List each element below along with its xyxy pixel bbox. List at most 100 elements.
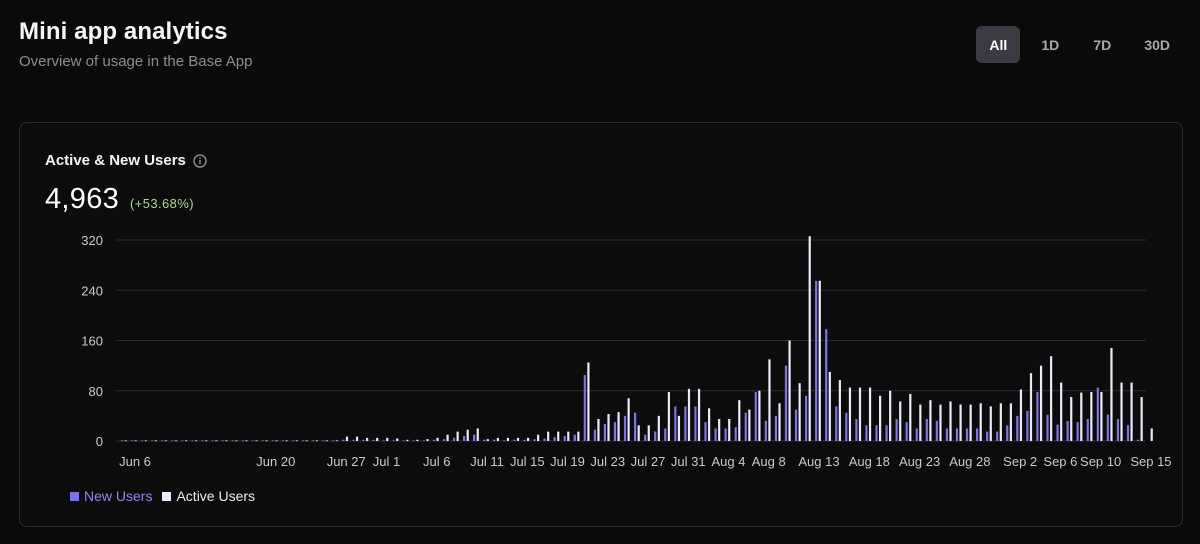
- active-users-bar[interactable]: [969, 404, 972, 441]
- new-users-bar[interactable]: [714, 428, 717, 441]
- active-users-bar[interactable]: [255, 440, 258, 442]
- new-users-bar[interactable]: [945, 428, 949, 441]
- active-users-bar[interactable]: [416, 439, 419, 441]
- active-users-bar[interactable]: [818, 280, 821, 441]
- new-users-bar[interactable]: [855, 419, 858, 441]
- active-users-bar[interactable]: [446, 434, 449, 441]
- new-users-bar[interactable]: [1126, 425, 1130, 441]
- new-users-bar[interactable]: [634, 412, 637, 441]
- new-users-bar[interactable]: [976, 428, 979, 441]
- active-users-bar[interactable]: [1060, 382, 1063, 441]
- active-users-bar[interactable]: [788, 340, 791, 442]
- new-users-bar[interactable]: [1026, 410, 1029, 441]
- active-users-bar[interactable]: [506, 437, 510, 441]
- active-users-bar[interactable]: [899, 401, 902, 441]
- legend-item-active-users[interactable]: Active Users: [162, 488, 255, 504]
- new-users-bar[interactable]: [724, 428, 727, 441]
- active-users-bar[interactable]: [154, 440, 157, 442]
- new-users-bar[interactable]: [664, 428, 667, 441]
- new-users-bar[interactable]: [171, 440, 174, 442]
- new-users-bar[interactable]: [875, 425, 878, 441]
- active-users-bar[interactable]: [1050, 356, 1053, 441]
- active-users-bar[interactable]: [758, 390, 761, 441]
- new-users-bar[interactable]: [784, 365, 788, 441]
- active-users-bar[interactable]: [929, 400, 932, 441]
- active-users-bar[interactable]: [195, 440, 198, 442]
- active-users-bar[interactable]: [708, 408, 711, 441]
- active-users-bar[interactable]: [848, 387, 852, 441]
- active-users-bar[interactable]: [516, 437, 520, 441]
- new-users-bar[interactable]: [744, 412, 747, 441]
- active-users-bar[interactable]: [637, 425, 640, 441]
- new-users-bar[interactable]: [523, 439, 526, 441]
- active-users-bar[interactable]: [1090, 392, 1093, 441]
- active-users-bar[interactable]: [215, 440, 218, 442]
- active-users-bar[interactable]: [919, 404, 922, 441]
- active-users-bar[interactable]: [989, 406, 992, 441]
- active-users-bar[interactable]: [225, 440, 228, 442]
- new-users-bar[interactable]: [1076, 422, 1079, 441]
- new-users-bar[interactable]: [996, 431, 999, 441]
- new-users-bar[interactable]: [392, 440, 395, 442]
- active-users-bar[interactable]: [909, 393, 912, 441]
- active-users-bar[interactable]: [275, 440, 278, 442]
- active-users-bar[interactable]: [466, 429, 469, 441]
- new-users-bar[interactable]: [815, 280, 818, 441]
- new-users-bar[interactable]: [372, 439, 375, 441]
- new-users-bar[interactable]: [151, 440, 154, 442]
- new-users-bar[interactable]: [241, 440, 244, 442]
- active-users-bar[interactable]: [436, 437, 439, 441]
- new-users-bar[interactable]: [593, 429, 596, 441]
- new-users-bar[interactable]: [1136, 439, 1140, 441]
- active-users-bar[interactable]: [1120, 382, 1123, 441]
- new-users-bar[interactable]: [965, 428, 969, 441]
- new-users-bar[interactable]: [1116, 419, 1120, 441]
- new-users-bar[interactable]: [774, 415, 778, 441]
- active-users-bar[interactable]: [184, 440, 188, 442]
- active-users-bar[interactable]: [426, 439, 429, 441]
- active-users-bar[interactable]: [315, 440, 318, 442]
- new-users-bar[interactable]: [955, 428, 959, 441]
- active-users-bar[interactable]: [587, 362, 590, 441]
- active-users-bar[interactable]: [718, 419, 721, 441]
- new-users-bar[interactable]: [322, 440, 325, 442]
- active-users-bar[interactable]: [647, 425, 650, 441]
- new-users-bar[interactable]: [201, 440, 204, 442]
- new-users-bar[interactable]: [794, 409, 798, 441]
- new-users-bar[interactable]: [623, 415, 627, 441]
- new-users-bar[interactable]: [442, 439, 446, 441]
- active-users-bar[interactable]: [677, 415, 681, 441]
- active-users-bar[interactable]: [939, 404, 942, 441]
- active-users-bar[interactable]: [134, 440, 137, 442]
- active-users-bar[interactable]: [959, 404, 962, 441]
- new-users-bar[interactable]: [342, 439, 345, 441]
- new-users-bar[interactable]: [121, 440, 124, 442]
- new-users-bar[interactable]: [553, 437, 556, 441]
- active-users-bar[interactable]: [768, 359, 771, 441]
- new-users-bar[interactable]: [865, 425, 868, 441]
- new-users-bar[interactable]: [332, 440, 335, 442]
- new-users-bar[interactable]: [131, 440, 134, 442]
- active-users-bar[interactable]: [164, 440, 168, 442]
- active-users-bar[interactable]: [305, 440, 308, 442]
- new-users-bar[interactable]: [211, 440, 214, 442]
- active-users-bar[interactable]: [597, 419, 600, 441]
- active-users-bar[interactable]: [537, 434, 540, 441]
- new-users-bar[interactable]: [885, 425, 888, 441]
- active-users-bar[interactable]: [335, 440, 339, 442]
- new-users-bar[interactable]: [644, 434, 647, 441]
- new-users-bar[interactable]: [181, 440, 184, 442]
- active-users-bar[interactable]: [567, 431, 570, 441]
- active-users-bar[interactable]: [838, 380, 841, 441]
- active-users-bar[interactable]: [697, 388, 701, 441]
- new-users-bar[interactable]: [191, 440, 194, 442]
- new-users-bar[interactable]: [1096, 387, 1099, 441]
- active-users-bar[interactable]: [396, 438, 399, 441]
- active-users-bar[interactable]: [738, 400, 741, 441]
- active-users-bar[interactable]: [1019, 389, 1023, 441]
- new-users-bar[interactable]: [845, 412, 848, 441]
- new-users-bar[interactable]: [734, 427, 737, 441]
- new-users-bar[interactable]: [483, 439, 486, 441]
- active-users-bar[interactable]: [557, 431, 560, 441]
- active-users-bar[interactable]: [174, 440, 178, 442]
